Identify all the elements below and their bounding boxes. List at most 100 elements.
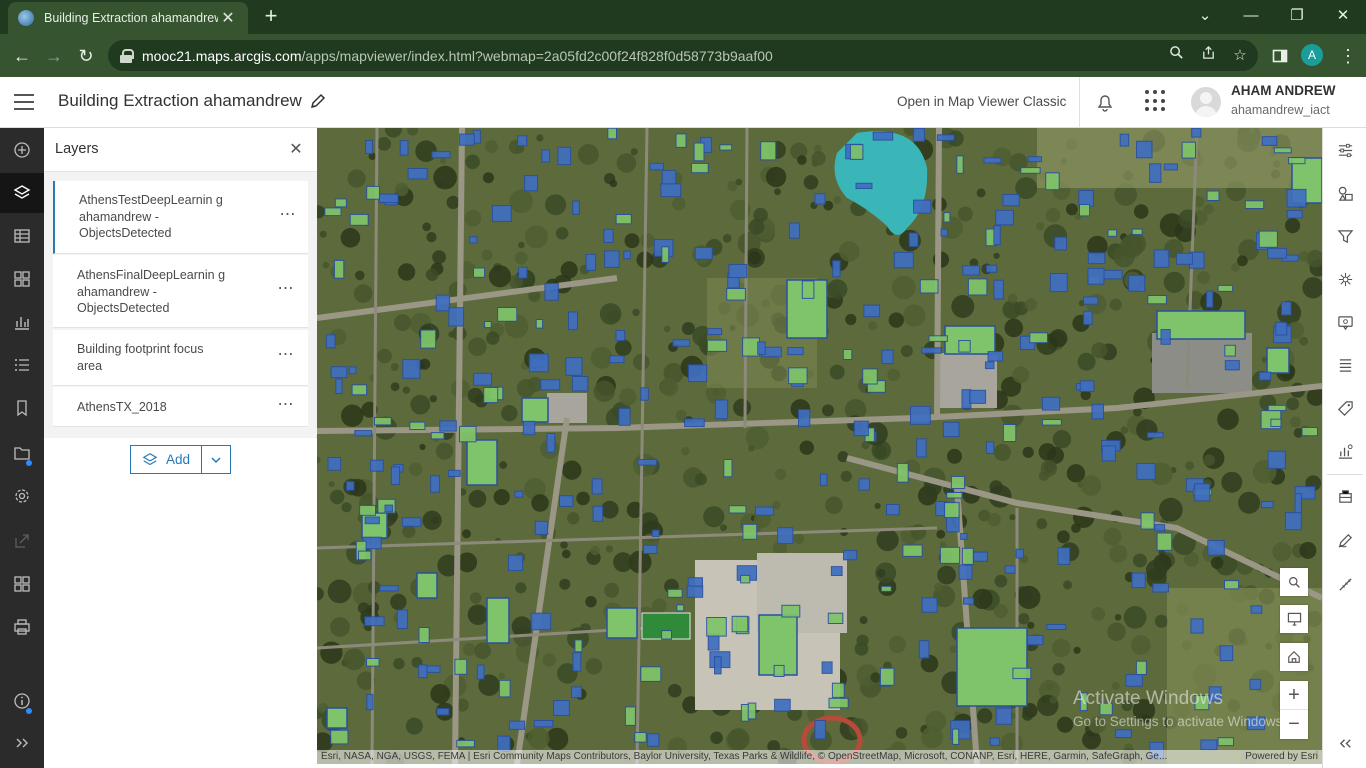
add-dropdown-button[interactable]	[202, 445, 231, 474]
add-layer-circle-icon[interactable]	[0, 130, 44, 170]
labels-tag-icon[interactable]	[1323, 388, 1366, 428]
layer-item-athens-final[interactable]: AthensFinalDeepLearnin g ahamandrew - Ob…	[53, 255, 308, 328]
user-id[interactable]: ahamandrew_iact	[1231, 103, 1330, 117]
share-icon[interactable]	[1194, 40, 1222, 71]
app-launcher-grid-icon[interactable]	[1145, 90, 1167, 112]
tab-close-icon[interactable]: ✕	[218, 8, 238, 28]
legend-list-icon[interactable]	[0, 345, 44, 385]
layer-item-athens-tx-2018[interactable]: AthensTX_2018 ⋯	[53, 387, 308, 427]
building-detection	[514, 490, 524, 498]
configure-map-tools-icon[interactable]	[1323, 476, 1366, 516]
pop-ups-icon[interactable]	[1323, 302, 1366, 342]
forward-arrow-icon[interactable]: →	[40, 42, 68, 70]
home-button[interactable]	[1280, 643, 1308, 671]
browser-tab[interactable]: Building Extraction ahamandrew ✕	[8, 2, 248, 34]
tree	[681, 446, 690, 456]
layers-stack-icon[interactable]	[0, 173, 44, 213]
tree	[993, 252, 1000, 259]
zoom-lens-icon[interactable]	[1162, 40, 1190, 71]
building-detection	[497, 735, 511, 752]
edit-title-pencil-icon[interactable]	[310, 93, 326, 109]
hamburger-menu-icon[interactable]	[14, 94, 34, 110]
analysis-chart-icon[interactable]	[1323, 431, 1366, 471]
restore-icon[interactable]: ❐	[1274, 0, 1320, 32]
building-detection	[647, 733, 660, 747]
properties-sliders-icon[interactable]	[1323, 130, 1366, 170]
layer-options-icon[interactable]: ⋯	[275, 397, 297, 416]
side-panel-icon[interactable]	[1266, 42, 1294, 70]
close-window-icon[interactable]: ✕	[1320, 0, 1366, 32]
add-layer-button[interactable]: Add	[130, 445, 202, 474]
bookmark-icon[interactable]	[0, 388, 44, 428]
close-panel-icon[interactable]: ✕	[288, 139, 304, 159]
building-detection	[623, 250, 631, 260]
building-detection	[1163, 163, 1179, 171]
tree	[468, 489, 487, 508]
tree	[390, 593, 407, 611]
fullscreen-button[interactable]	[1280, 605, 1308, 633]
building-detection	[1301, 427, 1318, 437]
powered-by-esri[interactable]: Powered by Esri	[1245, 750, 1318, 764]
collapse-chevrons-icon[interactable]	[1323, 723, 1366, 763]
layer-item-building-footprint[interactable]: Building footprint focus area ⋯	[53, 330, 308, 386]
browser-tab-strip: Building Extraction ahamandrew ✕ + ⌄ — ❐…	[0, 0, 1366, 34]
building-detection	[1083, 296, 1099, 305]
building-footprint	[486, 597, 510, 644]
building-detection	[624, 706, 636, 726]
address-bar[interactable]: mooc21.maps.arcgis.com/apps/mapviewer/in…	[108, 40, 1258, 71]
effects-sparkle-icon[interactable]	[1323, 259, 1366, 299]
notifications-bell-icon[interactable]	[1094, 91, 1116, 113]
building-detection	[1160, 329, 1171, 345]
building-detection	[1194, 483, 1211, 502]
sketch-pen-icon[interactable]	[1323, 520, 1366, 560]
profile-avatar[interactable]: A	[1301, 44, 1323, 66]
building-detection	[1267, 247, 1288, 259]
layer-options-icon[interactable]: ⋯	[277, 207, 299, 226]
zoom-in-button[interactable]: +	[1280, 681, 1308, 710]
url-text[interactable]: mooc21.maps.arcgis.com/apps/mapviewer/in…	[142, 48, 773, 64]
tree	[660, 378, 679, 397]
building-detection	[1176, 252, 1193, 265]
layer-options-icon[interactable]: ⋯	[275, 281, 297, 300]
share-map-icon[interactable]	[0, 521, 44, 561]
fields-list-icon[interactable]	[1323, 345, 1366, 385]
minimize-icon[interactable]: —	[1228, 0, 1274, 32]
info-icon[interactable]	[0, 681, 44, 721]
right-settings-bar	[1322, 128, 1366, 768]
user-full-name[interactable]: AHAM ANDREW	[1231, 83, 1336, 98]
measure-ruler-icon[interactable]	[1323, 564, 1366, 604]
basemap-gallery-icon[interactable]	[0, 259, 44, 299]
expand-chevrons-icon[interactable]	[0, 723, 44, 763]
map-search-button[interactable]	[1280, 568, 1308, 596]
filter-funnel-icon[interactable]	[1323, 216, 1366, 256]
settings-gear-icon[interactable]	[0, 476, 44, 516]
map-view[interactable]: Activate Windows Go to Settings to activ…	[317, 128, 1322, 764]
layer-options-icon[interactable]: ⋯	[275, 347, 297, 366]
zoom-out-button[interactable]: −	[1280, 710, 1308, 739]
print-icon[interactable]	[0, 607, 44, 647]
reload-icon[interactable]: ↻	[72, 42, 100, 70]
tree	[613, 552, 633, 572]
layer-item-athens-test[interactable]: AthensTestDeepLearnin g ahamandrew - Obj…	[53, 181, 308, 254]
building-detection	[615, 214, 632, 225]
tab-search-chevron-icon[interactable]: ⌄	[1182, 0, 1228, 32]
user-avatar[interactable]	[1191, 87, 1221, 117]
tree	[488, 265, 511, 288]
building-detection	[418, 664, 428, 679]
building-detection	[524, 175, 539, 192]
building-detection	[585, 253, 597, 271]
bookmark-star-icon[interactable]: ☆	[1226, 40, 1254, 71]
table-icon[interactable]	[0, 216, 44, 256]
browser-menu-icon[interactable]: ⋮	[1336, 42, 1360, 70]
back-arrow-icon[interactable]: ←	[8, 42, 36, 70]
charts-bar-icon[interactable]	[0, 302, 44, 342]
building-detection	[661, 169, 677, 186]
styles-icon[interactable]	[1323, 173, 1366, 213]
save-folder-icon[interactable]	[0, 433, 44, 473]
building-detection	[719, 144, 733, 151]
open-map-viewer-classic-link[interactable]: Open in Map Viewer Classic	[897, 94, 1066, 109]
building-detection	[916, 438, 927, 458]
create-app-icon[interactable]	[0, 564, 44, 604]
new-tab-button[interactable]: +	[258, 4, 284, 30]
tree	[947, 448, 962, 464]
